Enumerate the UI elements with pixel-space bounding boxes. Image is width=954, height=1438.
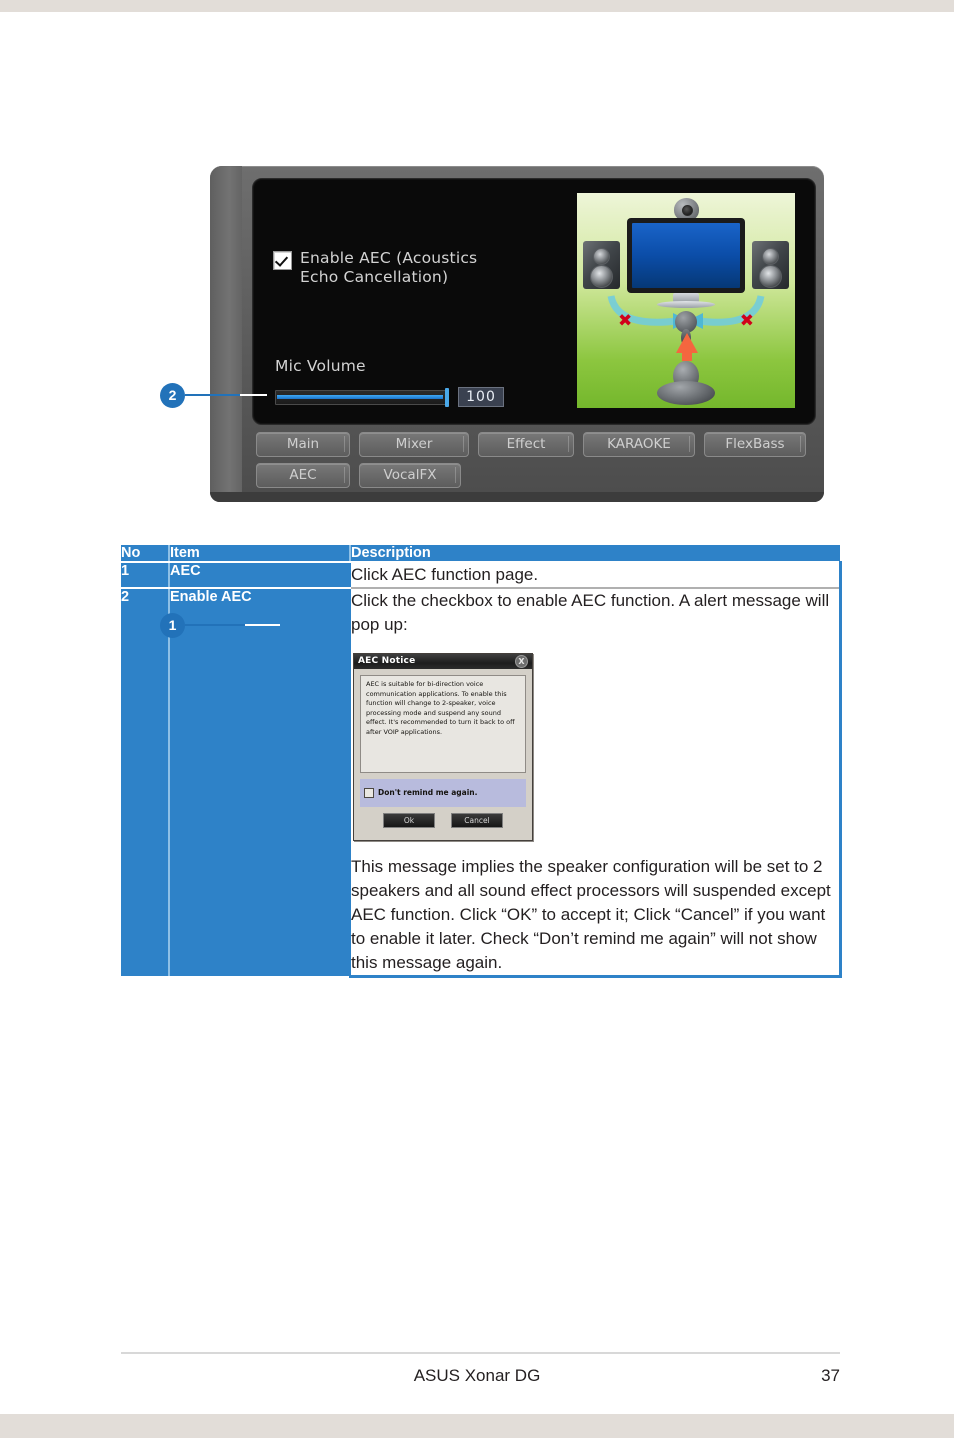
blocked-echo-x-left: ✖ [618, 311, 633, 331]
enable-aec-row[interactable]: Enable AEC (Acoustics Echo Cancellation) [273, 249, 477, 287]
mic-volume-slider[interactable] [275, 387, 449, 407]
mic-volume-value: 100 [458, 387, 504, 407]
callout-leader-2-white [240, 394, 267, 396]
blocked-echo-x-right: ✖ [739, 311, 754, 331]
tab-aec[interactable]: AEC [256, 463, 350, 488]
page-top-band [0, 0, 954, 12]
tab-karaoke[interactable]: KARAOKE [583, 432, 695, 457]
voice-input-arrow [676, 333, 698, 361]
row2-description-top: Click the checkbox to enable AEC functio… [351, 591, 830, 634]
aec-notice-dialog-figure: AEC Notice X AEC is suitable for bi-dire… [351, 637, 839, 855]
aec-page-screen: Enable AEC (Acoustics Echo Cancellation)… [252, 178, 816, 425]
dialog-body: AEC is suitable for bi-direction voice c… [354, 669, 532, 840]
mic-volume-slider-fill [277, 394, 443, 399]
dialog-title-bar: AEC Notice X [354, 654, 532, 669]
table-header-row: No Item Description [121, 545, 840, 563]
person-body-icon [657, 381, 715, 405]
row2-description-bottom: This message implies the speaker configu… [351, 857, 831, 972]
aec-illustration: ✖ ✖ [577, 193, 795, 408]
mic-volume-label: Mic Volume [275, 357, 366, 375]
table-row: 2 Enable AEC Click the checkbox to enabl… [121, 588, 842, 978]
cancel-button[interactable]: Cancel [451, 813, 503, 828]
enable-aec-label: Enable AEC (Acoustics Echo Cancellation) [300, 249, 478, 286]
row2-no: 2 [121, 588, 169, 978]
aec-notice-dialog: AEC Notice X AEC is suitable for bi-dire… [353, 653, 533, 841]
header-item: Item [168, 545, 350, 563]
mic-volume-control[interactable]: 100 [275, 387, 504, 407]
page-bottom-band [0, 1414, 954, 1438]
tab-bar: Main Mixer Effect KARAOKE FlexBass AEC V… [256, 432, 812, 494]
row1-item: AEC [168, 562, 350, 589]
dialog-message-text: AEC is suitable for bi-direction voice c… [360, 675, 526, 773]
tab-main[interactable]: Main [256, 432, 350, 457]
footer-divider [121, 1352, 840, 1354]
header-no: No [121, 545, 169, 563]
tab-flexbass[interactable]: FlexBass [704, 432, 806, 457]
dont-remind-label: Don't remind me again. [378, 788, 478, 797]
tab-row-2: AEC VocalFX [256, 463, 812, 488]
dialog-title-text: AEC Notice [358, 656, 416, 666]
header-description: Description [349, 545, 840, 563]
ok-button[interactable]: Ok [383, 813, 435, 828]
dont-remind-row[interactable]: Don't remind me again. [360, 779, 526, 807]
row1-description: Click AEC function page. [349, 562, 842, 589]
tab-row-1: Main Mixer Effect KARAOKE FlexBass [256, 432, 812, 457]
dont-remind-checkbox[interactable] [364, 788, 374, 798]
row2-item: Enable AEC [168, 588, 350, 978]
table-row: 1 AEC Click AEC function page. [121, 562, 842, 589]
callout-leader-1-white [245, 624, 280, 626]
tab-mixer[interactable]: Mixer [359, 432, 469, 457]
callout-marker-2: 2 [160, 383, 185, 408]
row1-no: 1 [121, 562, 169, 589]
close-icon[interactable]: X [515, 655, 528, 668]
enable-aec-checkbox[interactable] [273, 251, 292, 270]
aec-description-table: No Item Description 1 AEC Click AEC func… [121, 545, 842, 978]
window-left-rail [210, 166, 242, 502]
xonar-audio-center-window: Enable AEC (Acoustics Echo Cancellation)… [210, 166, 824, 502]
tab-effect[interactable]: Effect [478, 432, 574, 457]
dialog-button-row: Ok Cancel [360, 807, 526, 835]
tab-vocalfx[interactable]: VocalFX [359, 463, 461, 488]
footer-page-number: 37 [821, 1366, 840, 1385]
row2-description: Click the checkbox to enable AEC functio… [349, 588, 842, 978]
callout-marker-1: 1 [160, 613, 185, 638]
mic-volume-slider-knob[interactable] [445, 387, 449, 407]
figure-aec-screenshot: 2 1 Enable AEC (Acoustics Echo Cancellat… [0, 150, 954, 638]
